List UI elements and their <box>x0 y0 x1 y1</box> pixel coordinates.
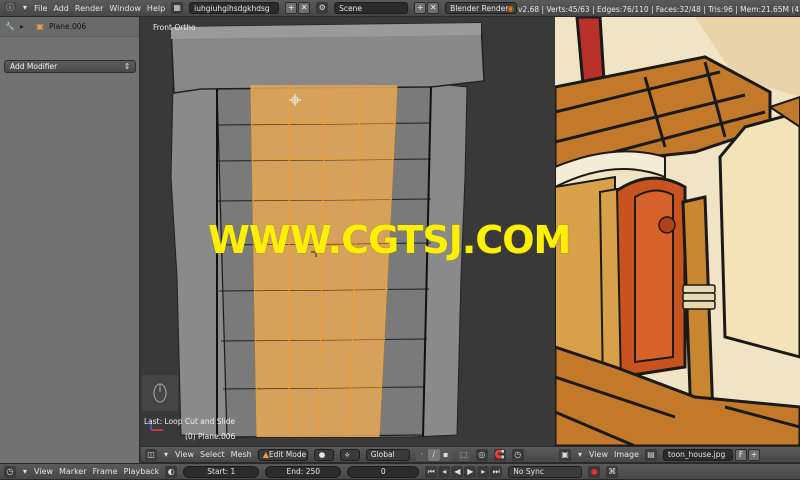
watermark-text: WWW.CGTSJ.COM <box>208 218 571 262</box>
keying-set-icon[interactable]: ⌘ <box>606 465 619 478</box>
orientation-select[interactable]: Global <box>365 448 410 461</box>
image-editor-icon[interactable]: ▣ <box>559 448 571 461</box>
stats-text: v2.68 | Verts:45/63 | Edges:76/110 | Fac… <box>517 4 800 14</box>
properties-header: 🔧 ▸ ▣ Plane.006 <box>0 17 139 37</box>
menu-mesh[interactable]: Mesh <box>231 450 252 459</box>
shading-select[interactable]: ● <box>313 448 334 461</box>
menu-window[interactable]: Window <box>109 4 141 13</box>
object-name: Plane.006 <box>49 22 87 31</box>
add-modifier-button[interactable]: Add Modifier ⇕ <box>4 60 136 73</box>
render-preview-icon[interactable]: ◷ <box>511 448 524 461</box>
image-editor[interactable] <box>555 17 800 446</box>
delete-screen-button[interactable]: ✕ <box>298 2 311 14</box>
mode-label: Edit Mode <box>268 450 307 459</box>
next-keyframe-icon[interactable]: ▸ <box>477 465 490 478</box>
menu-file[interactable]: File <box>34 4 47 13</box>
record-icon[interactable]: ● <box>588 465 601 478</box>
current-frame-field[interactable]: 0 <box>347 465 420 478</box>
blender-logo-icon: ◉ <box>507 4 514 13</box>
start-frame-field[interactable]: Start: 1 <box>183 465 260 478</box>
menu-render[interactable]: Render <box>75 4 103 13</box>
edge-select-icon[interactable]: / <box>427 448 440 461</box>
jump-start-icon[interactable]: ⏮ <box>425 465 438 478</box>
mode-select[interactable]: ▲ Edit Mode <box>257 448 308 461</box>
jump-end-icon[interactable]: ⏭ <box>490 465 503 478</box>
preview-range-icon[interactable]: ◐ <box>165 465 178 478</box>
occlude-icon[interactable]: ⬚ <box>457 448 470 461</box>
menu-view[interactable]: View <box>34 467 53 476</box>
play-reverse-icon[interactable]: ◀ <box>451 465 464 478</box>
image-editor-header: ▣ ▾ View Image ▤ toon_house.jpg F + <box>555 446 800 463</box>
breadcrumb: ▣ Plane.006 <box>34 21 86 33</box>
pin-icon[interactable]: ▸ <box>19 21 25 33</box>
timeline-editor-icon[interactable]: ◷ <box>4 465 16 478</box>
menu-add[interactable]: Add <box>53 4 69 13</box>
sync-mode-select[interactable]: No Sync <box>508 465 583 478</box>
scene-name-field[interactable]: Scene <box>334 2 409 14</box>
viewport-header: ◫ ▾ View Select Mesh ▲ Edit Mode ● ⟡ Glo… <box>141 446 555 463</box>
updown-arrows-icon: ⇕ <box>123 61 131 71</box>
fake-user-button[interactable]: F <box>735 448 748 461</box>
chevron-down-icon[interactable]: ▾ <box>22 2 28 14</box>
scene-icon[interactable]: ⚙ <box>316 2 329 14</box>
menu-marker[interactable]: Marker <box>59 467 87 476</box>
pivot-select[interactable]: ⟡ <box>339 448 360 461</box>
menu-playback[interactable]: Playback <box>124 467 160 476</box>
play-icon[interactable]: ▶ <box>464 465 477 478</box>
menu-frame[interactable]: Frame <box>93 467 118 476</box>
delete-scene-button[interactable]: ✕ <box>427 2 440 14</box>
prev-keyframe-icon[interactable]: ◂ <box>438 465 451 478</box>
face-select-icon[interactable]: ▪ <box>439 448 452 461</box>
toon-house-image <box>555 17 800 446</box>
screen-name-field[interactable]: iuhgiuhgihsdgkhdsg <box>189 2 280 14</box>
properties-panel: 🔧 ▸ ▣ Plane.006 Add Modifier ⇕ <box>0 17 140 463</box>
vertex-select-icon[interactable]: · <box>415 448 428 461</box>
view3d-editor-icon[interactable]: ◫ <box>145 448 157 461</box>
image-name-field[interactable]: toon_house.jpg <box>663 448 734 461</box>
scene-stats: ◉ v2.68 | Verts:45/63 | Edges:76/110 | F… <box>507 3 800 15</box>
menu-view[interactable]: View <box>175 450 194 459</box>
proportional-edit-icon[interactable]: ◎ <box>475 448 488 461</box>
snap-icon[interactable]: 🧲 <box>493 448 506 461</box>
chevron-down-icon[interactable]: ▾ <box>163 449 169 461</box>
add-modifier-label: Add Modifier <box>10 62 58 71</box>
screen-layout-icon[interactable]: ▦ <box>171 2 184 14</box>
object-icon: ▣ <box>36 21 44 31</box>
chevron-down-icon[interactable]: ▾ <box>577 449 583 461</box>
end-frame-field[interactable]: End: 250 <box>265 465 342 478</box>
wrench-icon[interactable]: 🔧 <box>4 21 16 33</box>
object-info-label: (0) Plane.006 <box>185 432 236 441</box>
menu-select[interactable]: Select <box>200 450 225 459</box>
timeline-header: ◷ ▾ View Marker Frame Playback ◐ Start: … <box>0 463 800 480</box>
mouse-navigation-icon <box>142 375 178 411</box>
view-label: Front Ortho <box>153 23 196 32</box>
new-image-button[interactable]: + <box>748 448 761 461</box>
last-operator-label: Last: Loop Cut and Slide <box>144 417 236 426</box>
image-browse-icon[interactable]: ▤ <box>645 448 658 461</box>
add-screen-button[interactable]: + <box>285 2 298 14</box>
menu-view[interactable]: View <box>589 450 608 459</box>
add-scene-button[interactable]: + <box>414 2 427 14</box>
chevron-down-icon[interactable]: ▾ <box>22 466 28 478</box>
info-editor-icon[interactable]: ⓘ <box>4 2 16 14</box>
menu-image[interactable]: Image <box>614 450 639 459</box>
menu-help[interactable]: Help <box>147 4 165 13</box>
